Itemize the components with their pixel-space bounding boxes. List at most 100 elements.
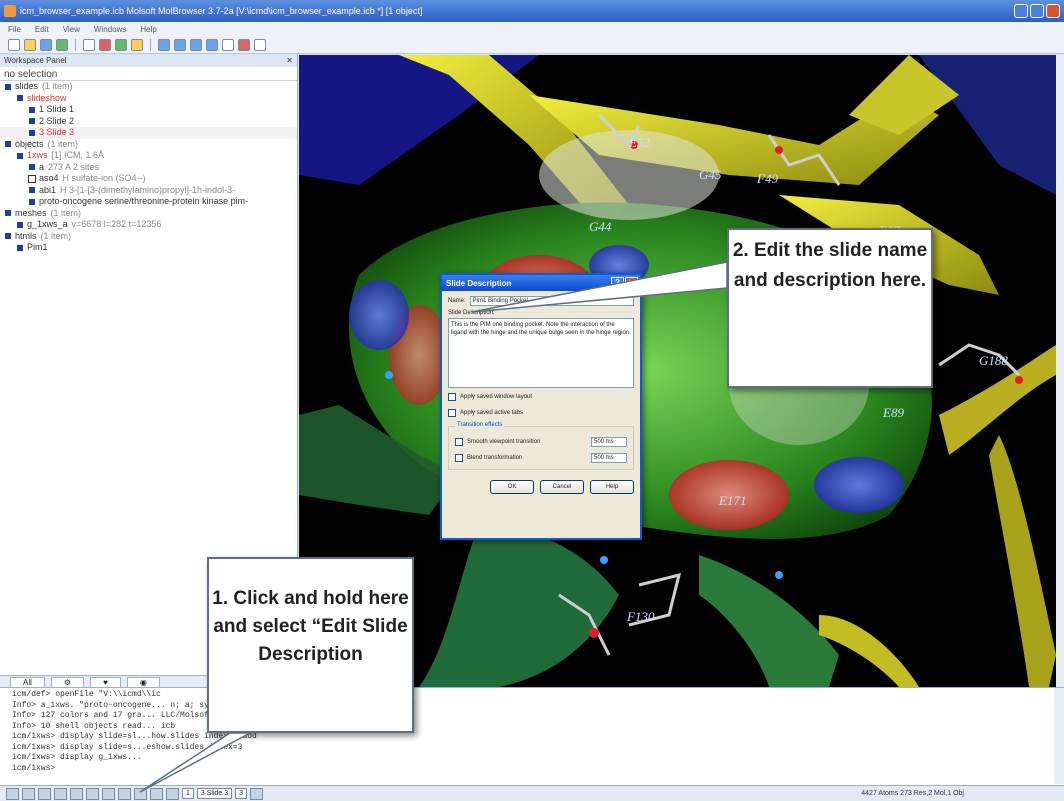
tree-item[interactable]: 3 Slide 3: [0, 127, 297, 139]
cancel-button[interactable]: Cancel: [540, 480, 584, 494]
window-icon[interactable]: [206, 38, 218, 51]
slideshow-icon[interactable]: [134, 787, 147, 800]
tree-item[interactable]: objects (1 item): [0, 139, 297, 151]
print-icon[interactable]: [56, 38, 68, 51]
text-icon[interactable]: [222, 38, 234, 51]
residue-label: F49: [756, 171, 778, 186]
checkbox-box[interactable]: [455, 438, 463, 446]
menu-edit[interactable]: Edit: [35, 25, 49, 34]
residue-label: F130: [626, 609, 655, 624]
window-icon[interactable]: [54, 787, 67, 800]
tree-item[interactable]: Pim1: [0, 242, 297, 254]
slide-description-textarea[interactable]: This is the PIM one binding pocket. Note…: [448, 318, 634, 388]
help-icon[interactable]: ?: [611, 277, 624, 289]
checkbox-box[interactable]: [448, 409, 456, 417]
checkbox-box[interactable]: [448, 393, 456, 401]
pdb-icon[interactable]: [158, 38, 170, 51]
tree-item-label: aso4: [39, 173, 59, 183]
tree-item-label: meshes: [15, 207, 47, 218]
description-label: Slide Description:: [448, 310, 495, 316]
console-line: icm/def> openFile "V:\\icmd\\ic: [12, 690, 161, 699]
atom-icon[interactable]: [254, 38, 266, 51]
workspace-header-label: Workspace Panel: [4, 56, 67, 65]
help-button[interactable]: Help: [590, 480, 634, 494]
menu-file[interactable]: File: [8, 25, 21, 34]
color-icon[interactable]: [238, 38, 250, 51]
table-icon[interactable]: [174, 38, 186, 51]
callout-step-2: 2. Edit the slide name and description h…: [727, 228, 933, 388]
blend-duration-spinbox[interactable]: 500 ms: [591, 453, 627, 463]
movie-icon[interactable]: [118, 787, 131, 800]
tree-item[interactable]: aso4 H sulfate-ion (SO4--): [0, 173, 297, 185]
tree-item-info: [1] ICM, 1.6Å: [51, 150, 105, 160]
tree-item[interactable]: a 273 A 2 sites: [0, 162, 297, 174]
tree-item[interactable]: slideshow: [0, 93, 297, 105]
checkbox-label: Apply saved window layout: [460, 394, 533, 400]
toolbar-separator: [150, 38, 151, 51]
tree-node-icon: [28, 105, 36, 114]
camera-icon[interactable]: [102, 787, 115, 800]
stop-icon[interactable]: [6, 787, 19, 800]
tree-item-info: H 3-[1-[3-(dimethylamino)propyl]-1h-indo…: [60, 184, 236, 195]
tree-item[interactable]: 1 Slide 1: [0, 104, 297, 116]
apply-active-tabs-checkbox[interactable]: Apply saved active tabs: [448, 406, 634, 420]
tree-item[interactable]: slides (1 item): [0, 81, 297, 93]
menu-view[interactable]: View: [63, 25, 80, 34]
record-icon[interactable]: [22, 787, 35, 800]
checkbox-label: Apply saved active tabs: [460, 410, 524, 416]
slide-icon[interactable]: [86, 787, 99, 800]
tree-item-info: H sulfate-ion (SO4--): [62, 173, 146, 183]
minimize-button[interactable]: [1014, 4, 1028, 18]
molecule-icon[interactable]: [99, 38, 111, 51]
checkbox-box[interactable]: [455, 454, 463, 462]
slide-select[interactable]: 3 Slide 3: [196, 788, 233, 799]
view-icon[interactable]: [38, 787, 51, 800]
tree-node-icon: [28, 117, 36, 126]
tree-item-label: 2 Slide 2: [39, 115, 75, 126]
slide-name-input[interactable]: Pim1 Binding Pocket: [469, 296, 634, 306]
tree-item[interactable]: proto-oncogene serine/threonine-protein …: [0, 196, 297, 208]
open-folder-icon[interactable]: [24, 38, 36, 51]
grid-icon[interactable]: [131, 38, 143, 51]
console-scrollbar[interactable]: [1054, 688, 1064, 784]
save-icon[interactable]: [40, 38, 52, 51]
tree-item[interactable]: 1xws [1] ICM, 1.6Å: [0, 150, 297, 162]
close-icon[interactable]: ✕: [625, 277, 638, 289]
tree-node-icon: [28, 186, 36, 195]
tree-node-icon: [4, 140, 12, 149]
apply-window-layout-checkbox[interactable]: Apply saved window layout: [448, 390, 634, 404]
tree-item[interactable]: meshes (1 item): [0, 208, 297, 220]
smooth-transition-checkbox[interactable]: Smooth viewpoint transition 500 ms: [455, 435, 627, 449]
ok-button[interactable]: OK: [490, 480, 534, 494]
window-title: icm_browser_example.icb Molsoft MolBrows…: [20, 6, 423, 16]
close-window-button[interactable]: [1046, 4, 1060, 18]
callout-step-1: 1. Click and hold here and select “Edit …: [207, 557, 414, 733]
status-info: 4427 Atoms 273 Res,2 Mol,1 Obj: [861, 790, 964, 797]
tree-node-icon: [28, 128, 36, 137]
toolbar-separator: [75, 38, 76, 51]
title-bar: icm_browser_example.icb Molsoft MolBrows…: [0, 0, 1064, 22]
tree-item[interactable]: g_1xws_a v=6678 l=282 t=12356: [0, 219, 297, 231]
tree-item-label: objects: [15, 138, 44, 149]
next-slide-icon[interactable]: [166, 787, 179, 800]
tree-item[interactable]: 2 Slide 2: [0, 116, 297, 128]
page-field[interactable]: 1: [182, 788, 194, 799]
blend-transformation-checkbox[interactable]: Blend transformation 500 ms: [455, 451, 627, 465]
menu-windows[interactable]: Windows: [94, 25, 126, 34]
residue-label: E89: [882, 405, 904, 420]
menu-help[interactable]: Help: [140, 25, 156, 34]
new-file-icon[interactable]: [8, 38, 20, 51]
chart-icon[interactable]: [115, 38, 127, 51]
tree-item[interactable]: htmls (1 item): [0, 231, 297, 243]
maximize-button[interactable]: [1030, 4, 1044, 18]
terminal-console[interactable]: icm/def> openFile "V:\\icmd\\ic Info> a_…: [0, 687, 1064, 785]
filter-icon[interactable]: [83, 38, 95, 51]
display-icon[interactable]: [250, 787, 264, 800]
spreadsheet-icon[interactable]: [190, 38, 202, 51]
close-icon[interactable]: ✕: [286, 56, 293, 66]
smooth-duration-spinbox[interactable]: 500 ms: [591, 437, 627, 447]
grid-icon[interactable]: [70, 787, 83, 800]
prev-slide-icon[interactable]: [150, 787, 163, 800]
tree-item[interactable]: abi1 H 3-[1-[3-(dimethylamino)propyl]-1h-…: [0, 185, 297, 197]
checkbox-label: Smooth viewpoint transition: [467, 439, 541, 445]
